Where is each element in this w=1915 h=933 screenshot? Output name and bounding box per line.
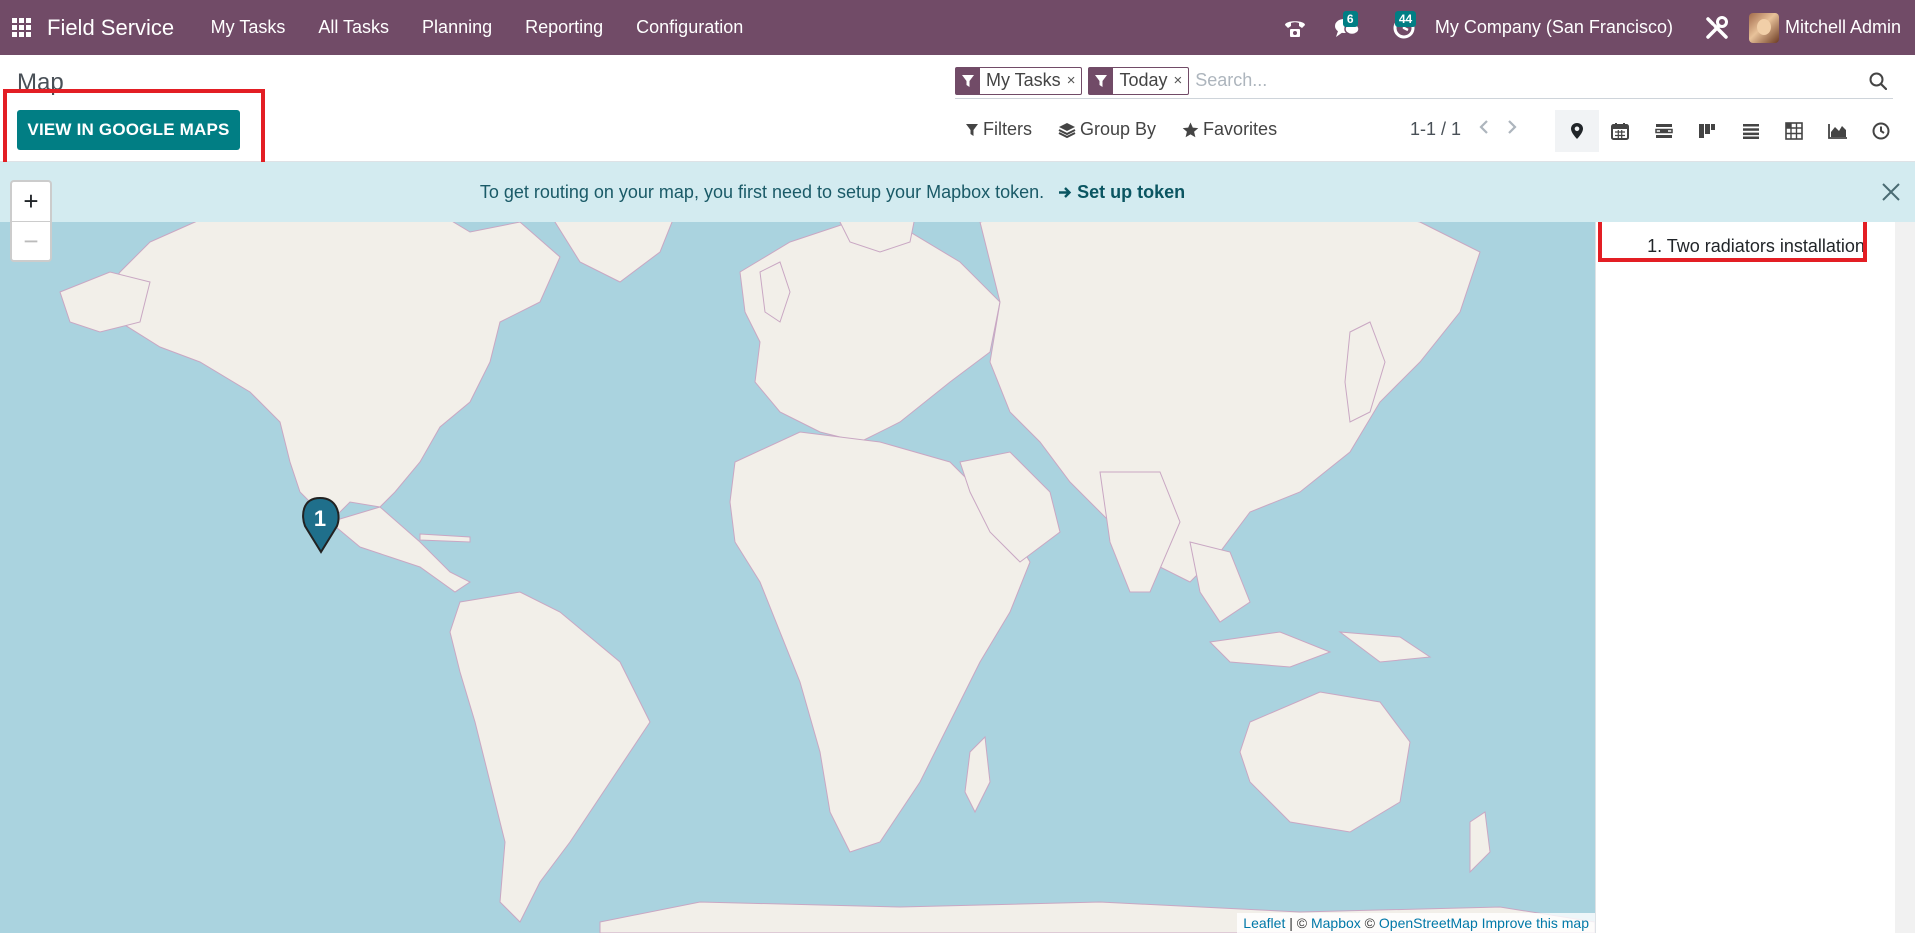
- graph-view-icon[interactable]: [1816, 110, 1860, 152]
- search-input[interactable]: [1195, 70, 1863, 91]
- world-map: 1: [59, 181, 1595, 933]
- activity-view-icon[interactable]: [1860, 110, 1904, 152]
- map-marker[interactable]: 1: [302, 496, 340, 554]
- group-by-button[interactable]: Group By: [1058, 119, 1156, 140]
- app-brand[interactable]: Field Service: [47, 15, 174, 41]
- filter-facet-icon: [956, 67, 980, 94]
- zoom-control: + −: [10, 180, 52, 262]
- star-icon: [1182, 122, 1199, 137]
- pager-next-icon[interactable]: [1507, 119, 1517, 140]
- map-attribution: Leaflet | © Mapbox © OpenStreetMap Impro…: [1237, 913, 1595, 933]
- filter-facet-icon: [1089, 67, 1114, 94]
- facet-remove-icon[interactable]: ×: [1067, 72, 1082, 89]
- menu-my-tasks[interactable]: My Tasks: [194, 0, 302, 55]
- view-in-google-maps-button[interactable]: VIEW IN GOOGLE MAPS: [17, 110, 240, 150]
- set-up-token-label: Set up token: [1077, 181, 1186, 202]
- phone-icon[interactable]: [1269, 0, 1321, 55]
- records-side-panel: 1. Two radiators installation: [1595, 222, 1895, 933]
- top-navbar: Field Service My Tasks All Tasks Plannin…: [0, 0, 1915, 55]
- menu-planning[interactable]: Planning: [406, 0, 509, 55]
- pager: 1-1 / 1: [1410, 119, 1517, 140]
- map-canvas[interactable]: 1 + − Leaflet | © Mapbox © OpenStreetMap…: [0, 162, 1595, 933]
- debug-tools-icon[interactable]: [1695, 0, 1739, 55]
- kanban-view-icon[interactable]: [1686, 110, 1730, 152]
- pivot-view-icon[interactable]: [1773, 110, 1817, 152]
- control-panel: Map VIEW IN GOOGLE MAPS My Tasks × Today…: [0, 55, 1915, 162]
- map-view-icon[interactable]: [1555, 110, 1599, 152]
- pager-previous-icon[interactable]: [1479, 119, 1489, 140]
- filter-icon: [966, 123, 978, 136]
- page-title: Map: [17, 69, 64, 96]
- favorites-label: Favorites: [1203, 119, 1278, 139]
- user-name: Mitchell Admin: [1784, 17, 1901, 37]
- openstreetmap-link[interactable]: OpenStreetMap: [1379, 915, 1478, 931]
- facet-remove-icon[interactable]: ×: [1174, 72, 1189, 89]
- alert-message: To get routing on your map, you first ne…: [479, 181, 1045, 202]
- zoom-in-button[interactable]: +: [12, 182, 50, 221]
- user-menu[interactable]: Mitchell Admin: [1748, 12, 1915, 43]
- group-by-label: Group By: [1080, 119, 1157, 139]
- calendar-view-icon[interactable]: [1599, 110, 1643, 152]
- search-icon[interactable]: [1863, 72, 1893, 90]
- facet-today: Today ×: [1088, 66, 1190, 95]
- favorites-button[interactable]: Favorites: [1182, 119, 1277, 140]
- close-icon[interactable]: [1879, 180, 1903, 204]
- layers-icon: [1058, 122, 1076, 138]
- list-item[interactable]: 1. Two radiators installation: [1626, 226, 1886, 266]
- set-up-token-link[interactable]: Set up token: [1058, 182, 1185, 203]
- zoom-out-button[interactable]: −: [12, 221, 50, 260]
- activities-icon[interactable]: 44: [1373, 0, 1435, 55]
- arrow-right-icon: [1059, 186, 1072, 198]
- scrollbar[interactable]: [1895, 222, 1915, 933]
- main-menu: My Tasks All Tasks Planning Reporting Co…: [194, 0, 760, 55]
- menu-configuration[interactable]: Configuration: [620, 0, 760, 55]
- facet-my-tasks: My Tasks ×: [955, 66, 1083, 95]
- improve-map-link[interactable]: Improve this map: [1482, 915, 1589, 931]
- menu-all-tasks[interactable]: All Tasks: [302, 0, 406, 55]
- facet-value: My Tasks: [986, 70, 1061, 90]
- messages-badge: 6: [1342, 11, 1358, 27]
- view-switcher: [1555, 110, 1903, 152]
- messages-icon[interactable]: 6: [1321, 0, 1373, 55]
- mapbox-token-alert: To get routing on your map, you first ne…: [0, 162, 1915, 222]
- leaflet-link[interactable]: Leaflet: [1243, 915, 1285, 931]
- filters-label: Filters: [983, 119, 1032, 139]
- pager-value[interactable]: 1-1 / 1: [1410, 119, 1461, 140]
- filters-button[interactable]: Filters: [965, 119, 1032, 140]
- attribution-separator: | ©: [1285, 915, 1311, 931]
- activities-badge: 44: [1394, 11, 1417, 27]
- menu-reporting[interactable]: Reporting: [509, 0, 620, 55]
- apps-menu-icon[interactable]: [0, 0, 43, 55]
- attribution-separator: ©: [1360, 915, 1379, 931]
- systray: 6 44 My Company (San Francisco) Mitchell…: [1269, 0, 1915, 55]
- search-bar: My Tasks × Today ×: [955, 63, 1893, 99]
- company-switcher[interactable]: My Company (San Francisco): [1435, 17, 1695, 38]
- search-options: Filters Group By Favorites: [965, 119, 1303, 140]
- mapbox-link[interactable]: Mapbox: [1311, 915, 1361, 931]
- facet-value: Today: [1119, 70, 1168, 90]
- gantt-view-icon[interactable]: [1642, 110, 1686, 152]
- list-view-icon[interactable]: [1729, 110, 1773, 152]
- user-avatar: [1748, 12, 1779, 43]
- marker-label: 1: [314, 506, 326, 531]
